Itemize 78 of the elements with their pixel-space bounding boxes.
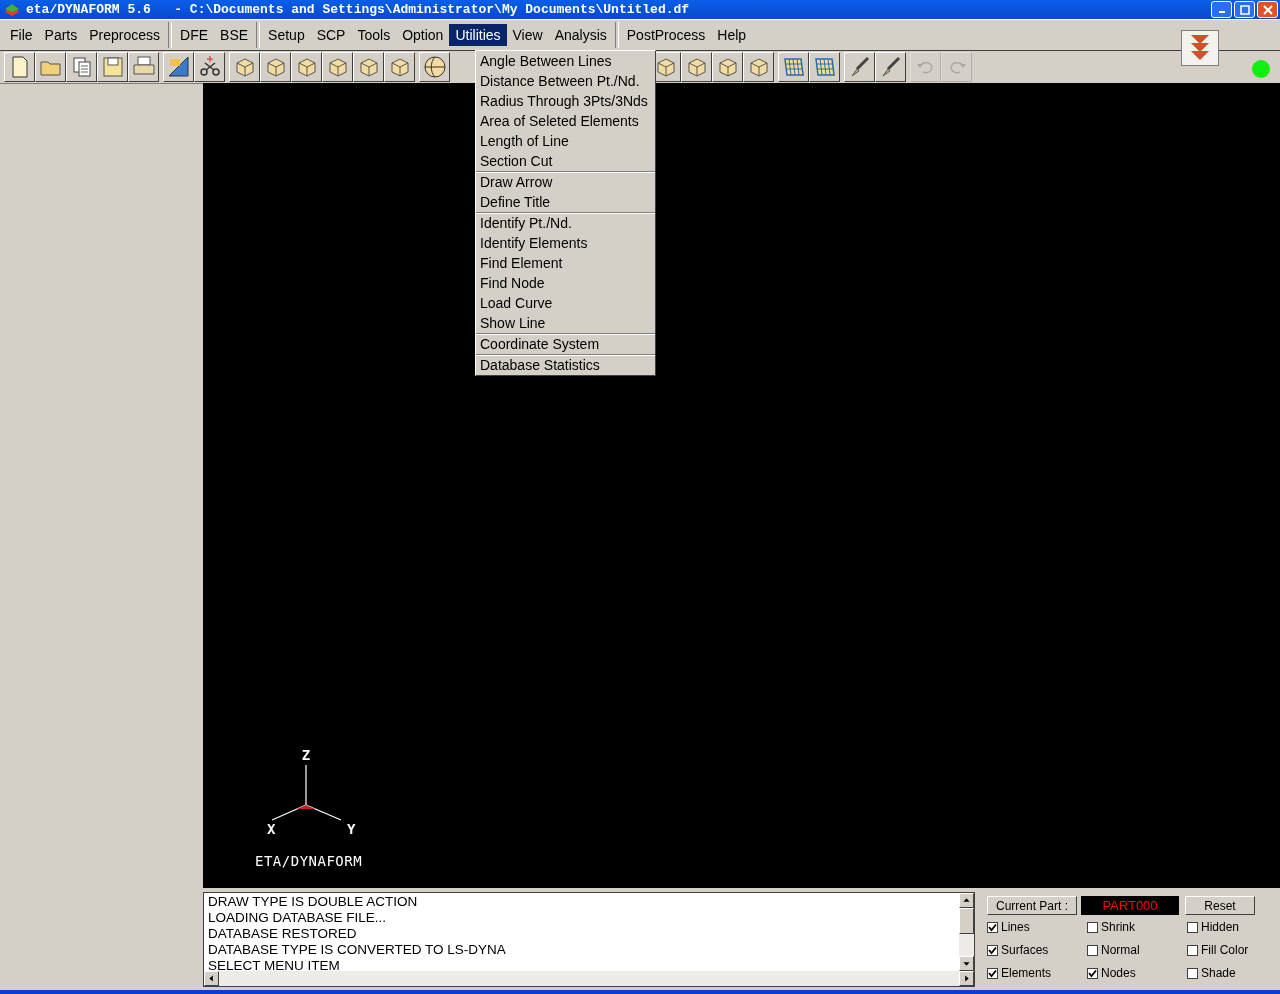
scissors-icon [197,55,222,79]
scroll-left-icon[interactable] [204,971,219,986]
z-axis-label: Z [301,747,311,763]
menu-item[interactable]: Tools [351,24,397,46]
menu-option[interactable]: Database Statistics [476,355,655,375]
checkmark-icon [988,922,997,932]
menu-item[interactable]: Option [396,24,450,46]
log-line: DATABASE RESTORED [208,926,358,942]
current-part-field: PART000 [1081,896,1179,915]
reset-button[interactable]: Reset [1185,896,1255,915]
x-axis-label: X [267,821,276,835]
display-option-checkbox[interactable]: Fill Color [1187,943,1277,957]
close-icon [1262,4,1273,15]
display-option-checkbox[interactable]: Nodes [1087,966,1187,980]
display-option-checkbox[interactable]: Surfaces [987,943,1087,957]
horizontal-scrollbar[interactable] [204,971,974,986]
menu-item[interactable]: Setup [262,24,311,46]
display-option-checkbox[interactable]: Shrink [1087,920,1187,934]
ruler-icon [166,55,191,79]
menu-option[interactable]: Load Curve [476,293,655,313]
scroll-down-icon[interactable] [959,956,974,971]
mesh-surface-icon [812,55,837,79]
menu-item[interactable]: Analysis [548,24,613,46]
log-line: DATABASE TYPE IS CONVERTED TO LS-DYNA [208,942,507,958]
checkmark-icon [988,945,997,955]
log-line: DRAW TYPE IS DOUBLE ACTION [208,894,419,910]
minimize-button[interactable] [1211,1,1232,18]
display-option-checkbox[interactable]: Normal [1087,943,1187,957]
menu-option[interactable]: Show Line [476,313,655,333]
menu-item[interactable]: PostProcess [620,24,712,46]
axis-triad-drawing [271,764,342,821]
scroll-up-icon[interactable] [959,893,974,908]
window-title: eta/DYNAFORM 5.6 - C:\Documents and Settings\Administrator\My Documents\Untitled.df [26,2,690,17]
menu-item[interactable]: SCP [310,24,352,46]
display-option-checkbox[interactable]: Lines [987,920,1087,934]
maximize-button[interactable] [1234,1,1255,18]
save-icon [100,55,125,79]
menu-item[interactable]: DFE [174,24,215,46]
menu-item[interactable]: Help [711,24,753,46]
collapse-button[interactable] [1181,30,1219,66]
menu-option[interactable]: Angle Between Lines [476,51,655,71]
menu-option[interactable]: Identify Elements [476,233,655,253]
menu-item[interactable]: Preprocess [83,24,167,46]
display-option-checkbox[interactable]: Elements [987,966,1087,980]
app-logo-icon [4,2,20,17]
vertical-scrollbar[interactable] [959,893,974,971]
log-line: LOADING DATABASE FILE... [208,910,388,926]
current-part-button[interactable]: Current Part : [987,896,1077,915]
menu-item[interactable]: File [4,24,39,46]
chevron-down-icon [1189,33,1211,63]
menu-option[interactable]: Draw Arrow [476,172,655,192]
mesh-surface-icon [781,55,806,79]
menu-option[interactable]: Find Element [476,253,655,273]
display-option-checkbox[interactable]: Shade [1187,966,1277,980]
menu-option[interactable]: Distance Between Pt./Nd. [476,71,655,91]
checkmark-icon [1088,968,1097,978]
menu-item[interactable]: Utilities [449,24,507,46]
maximize-icon [1239,4,1250,15]
menu-option[interactable]: Find Node [476,273,655,293]
product-caption: ETA/DYNAFORM [255,853,363,869]
menu-option[interactable]: Radius Through 3Pts/3Nds [476,91,655,111]
menu-item[interactable]: Parts [38,24,84,46]
menu-option[interactable]: Section Cut [476,151,655,171]
menu-option[interactable]: Length of Line [476,131,655,151]
menu-item[interactable]: View [506,24,549,46]
menu-item[interactable]: BSE [214,24,255,46]
checkmark-icon [988,968,997,978]
menu-option[interactable]: Area of Seleted Elements [476,111,655,131]
menu-option[interactable]: Define Title [476,192,655,212]
display-option-checkbox[interactable]: Hidden [1187,920,1277,934]
close-button[interactable] [1257,1,1278,18]
scroll-right-icon[interactable] [959,971,974,986]
log-line: SELECT MENU ITEM [208,958,341,974]
scrollbar-thumb[interactable] [959,908,974,934]
y-axis-label: Y [347,821,356,835]
menu-option[interactable]: Identify Pt./Nd. [476,213,655,233]
menu-option[interactable]: Coordinate System [476,334,655,354]
sphere-icon [422,55,447,79]
